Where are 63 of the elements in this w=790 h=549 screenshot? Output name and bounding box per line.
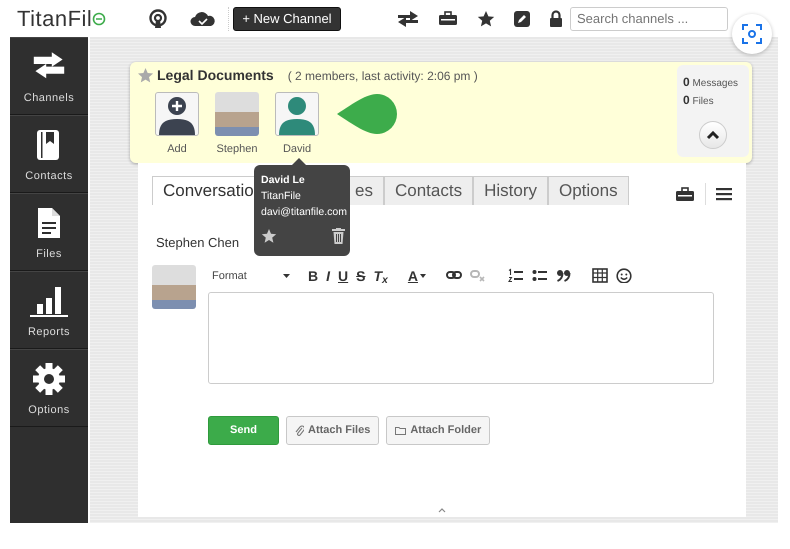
trash-icon[interactable]: [332, 228, 345, 244]
format-italic-button[interactable]: I: [322, 268, 334, 284]
star-outline-icon[interactable]: [137, 67, 154, 84]
attach-folder-button[interactable]: Attach Folder: [386, 416, 490, 444]
attach-files-button[interactable]: Attach Files: [286, 416, 380, 444]
star-icon[interactable]: [261, 228, 277, 244]
new-channel-button[interactable]: + New Channel: [233, 6, 341, 30]
tooltip-email: davi@titanfile.com: [261, 204, 345, 220]
tab[interactable]: Options: [548, 176, 629, 205]
member-avatar[interactable]: [275, 92, 319, 136]
screen-capture-button[interactable]: [732, 14, 772, 54]
caret-icon: [283, 274, 290, 278]
teardrop-marker: [335, 92, 399, 136]
table-icon[interactable]: [592, 268, 608, 283]
format-bold-button[interactable]: B: [304, 268, 322, 284]
sidebar-item[interactable]: Options: [10, 349, 88, 427]
collapse-button[interactable]: [699, 121, 727, 149]
toolbox-icon[interactable]: [675, 186, 695, 202]
stat-text: 0 Messages: [683, 74, 740, 91]
quote-icon[interactable]: [556, 268, 572, 283]
logo-mark-icon: [92, 12, 106, 26]
folder-icon: [395, 426, 406, 434]
tab[interactable]: Contacts: [384, 176, 474, 205]
pencil-icon[interactable]: [514, 10, 530, 26]
format-strikethrough-button[interactable]: S: [352, 268, 370, 284]
exchange-icon[interactable]: [396, 10, 419, 26]
cloud-check-icon[interactable]: [190, 10, 216, 26]
format-underline-button[interactable]: U: [334, 268, 352, 284]
add-member-button[interactable]: [155, 92, 199, 136]
format-clear-button[interactable]: T$_{x}$: [369, 268, 392, 284]
antenna-icon[interactable]: [148, 8, 168, 28]
sidebar-item[interactable]: Channels: [10, 37, 88, 115]
member-name: David: [282, 142, 312, 157]
logo-text: TitanFil: [17, 5, 92, 33]
smiley-icon[interactable]: [616, 268, 632, 283]
scan-icon: [742, 24, 762, 44]
star-icon[interactable]: [476, 10, 495, 28]
search-field[interactable]: Search channels ...: [570, 6, 728, 30]
numbered-list-icon[interactable]: [508, 268, 524, 283]
member-name: Add: [167, 142, 187, 157]
tooltip-company: TitanFile: [261, 188, 302, 204]
toolbox-icon[interactable]: [438, 11, 458, 26]
member-name: Stephen: [216, 142, 258, 157]
format-dropdown[interactable]: Format: [208, 268, 294, 284]
chevron-up-icon: [706, 130, 720, 140]
menu-icon[interactable]: [716, 187, 732, 201]
tab[interactable]: History: [473, 176, 548, 205]
sidebar-item[interactable]: Contacts: [10, 115, 88, 193]
stat-text: 0 Files: [683, 92, 715, 109]
channel-meta: ( 2 members, last activity: 2:06 pm ): [288, 68, 478, 84]
sidebar-item[interactable]: Reports: [10, 271, 88, 349]
author-name: Stephen Chen: [156, 234, 240, 252]
sidebar-item[interactable]: Files: [10, 193, 88, 271]
message-input[interactable]: [208, 292, 714, 384]
format-text-color-button[interactable]: A: [404, 268, 430, 284]
caret-icon: [420, 274, 426, 278]
caret-up-icon: [438, 508, 446, 513]
bullet-list-icon[interactable]: [532, 268, 548, 283]
paperclip-icon: [295, 424, 304, 436]
channel-title: Legal Documents: [157, 66, 274, 85]
lock-icon[interactable]: [548, 10, 563, 27]
tooltip-name: David Le: [261, 173, 306, 188]
avatar-photo-placeholder: [152, 264, 196, 308]
